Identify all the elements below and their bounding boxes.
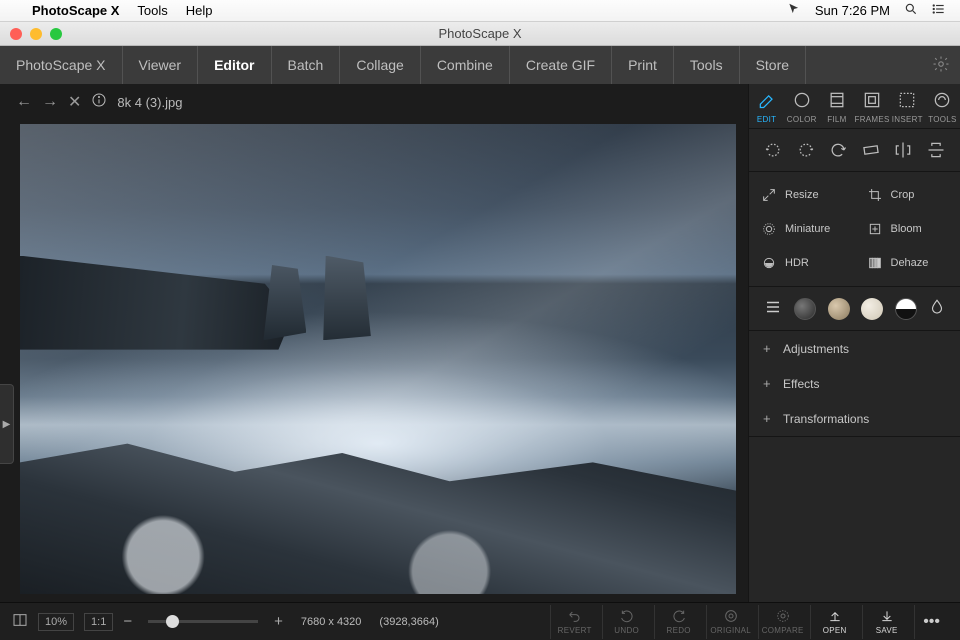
tab-collage[interactable]: Collage	[340, 46, 420, 84]
tool-miniature[interactable]: Miniature	[749, 212, 855, 246]
redo-button[interactable]: REDO	[654, 605, 702, 639]
canvas-area: ← → ✕ 8k 4 (3).jpg	[0, 84, 748, 602]
right-panel: EDIT COLOR FILM FRAMES INSERT	[748, 84, 960, 602]
zoom-out-icon[interactable]: −	[123, 613, 132, 630]
image-canvas[interactable]	[20, 124, 736, 594]
photo-preview	[20, 124, 736, 594]
tab-combine[interactable]: Combine	[421, 46, 510, 84]
rotate-90-icon[interactable]	[827, 139, 849, 161]
nav-forward-icon[interactable]: →	[42, 93, 58, 111]
macos-menubar: PhotoScape X Tools Help Sun 7:26 PM	[0, 0, 960, 22]
tab-viewer[interactable]: Viewer	[123, 46, 199, 84]
window-close-button[interactable]	[10, 28, 22, 40]
window-title: PhotoScape X	[0, 26, 960, 41]
flip-horizontal-icon[interactable]	[892, 139, 914, 161]
sidebar-expand-handle[interactable]: ▶	[0, 384, 14, 464]
accordion-adjustments[interactable]: +Adjustments	[749, 331, 960, 366]
tab-print[interactable]: Print	[612, 46, 674, 84]
tool-hdr[interactable]: HDR	[749, 246, 855, 280]
rotate-cw-icon[interactable]	[795, 139, 817, 161]
tool-dehaze[interactable]: Dehaze	[855, 246, 960, 280]
compare-button[interactable]: COMPARE	[758, 605, 806, 639]
window-maximize-button[interactable]	[50, 28, 62, 40]
window-titlebar: PhotoScape X	[0, 22, 960, 46]
image-dimensions: 7680 x 4320	[301, 616, 362, 628]
swatch-warm[interactable]	[828, 298, 850, 320]
zoom-in-icon[interactable]: +	[274, 613, 283, 630]
tab-store[interactable]: Store	[740, 46, 806, 84]
original-button[interactable]: ORIGINAL	[706, 605, 754, 639]
tab-editor[interactable]: Editor	[198, 46, 271, 84]
swatch-gray[interactable]	[794, 298, 816, 320]
zoom-ratio[interactable]: 1:1	[84, 613, 113, 631]
tool-tab-film[interactable]: FILM	[819, 84, 854, 128]
compare-split-icon[interactable]	[12, 612, 28, 631]
settings-gear-icon[interactable]	[932, 55, 950, 76]
zoom-slider[interactable]	[148, 620, 258, 623]
spotlight-icon[interactable]	[904, 2, 918, 19]
accordion-transformations[interactable]: +Transformations	[749, 401, 960, 436]
list-icon[interactable]	[932, 2, 946, 19]
tool-tab-frames[interactable]: FRAMES	[855, 84, 890, 128]
info-icon[interactable]	[91, 92, 107, 113]
zoom-value[interactable]: 10%	[38, 613, 74, 631]
menubar-item-tools[interactable]: Tools	[137, 3, 167, 18]
tab-batch[interactable]: Batch	[272, 46, 341, 84]
tool-crop[interactable]: Crop	[855, 178, 960, 212]
rotate-ccw-icon[interactable]	[762, 139, 784, 161]
close-file-icon[interactable]: ✕	[68, 92, 81, 112]
app-tabs: PhotoScape X Viewer Editor Batch Collage…	[0, 46, 960, 84]
menubar-item-help[interactable]: Help	[186, 3, 213, 18]
cursor-icon	[787, 2, 801, 19]
file-name: 8k 4 (3).jpg	[117, 95, 182, 110]
revert-button[interactable]: REVERT	[550, 605, 598, 639]
app-window: PhotoScape X PhotoScape X Viewer Editor …	[0, 22, 960, 640]
tool-tab-color[interactable]: COLOR	[784, 84, 819, 128]
tool-tab-insert[interactable]: INSERT	[890, 84, 925, 128]
tab-tools[interactable]: Tools	[674, 46, 740, 84]
menubar-app-name[interactable]: PhotoScape X	[32, 3, 119, 18]
tab-create-gif[interactable]: Create GIF	[510, 46, 612, 84]
swatch-contrast[interactable]	[895, 298, 917, 320]
flip-vertical-icon[interactable]	[925, 139, 947, 161]
bottom-bar: 10% 1:1 − + 7680 x 4320 (3928,3664) REVE…	[0, 602, 960, 640]
open-button[interactable]: OPEN	[810, 605, 858, 639]
undo-button[interactable]: UNDO	[602, 605, 650, 639]
straighten-icon[interactable]	[860, 139, 882, 161]
more-button[interactable]: •••	[914, 605, 948, 639]
menubar-clock[interactable]: Sun 7:26 PM	[815, 3, 890, 18]
tool-tab-edit[interactable]: EDIT	[749, 84, 784, 128]
swatch-drop-icon[interactable]	[928, 297, 946, 320]
traffic-lights	[10, 28, 62, 40]
nav-back-icon[interactable]: ←	[16, 93, 32, 111]
accordion-effects[interactable]: +Effects	[749, 366, 960, 401]
tab-photoscape[interactable]: PhotoScape X	[10, 46, 123, 84]
tool-resize[interactable]: Resize	[749, 178, 855, 212]
tool-bloom[interactable]: Bloom	[855, 212, 960, 246]
tool-tab-tools[interactable]: TOOLS	[925, 84, 960, 128]
save-button[interactable]: SAVE	[862, 605, 910, 639]
swatch-list-icon[interactable]	[763, 298, 783, 319]
swatch-light[interactable]	[861, 298, 883, 320]
window-minimize-button[interactable]	[30, 28, 42, 40]
cursor-position: (3928,3664)	[379, 616, 438, 628]
